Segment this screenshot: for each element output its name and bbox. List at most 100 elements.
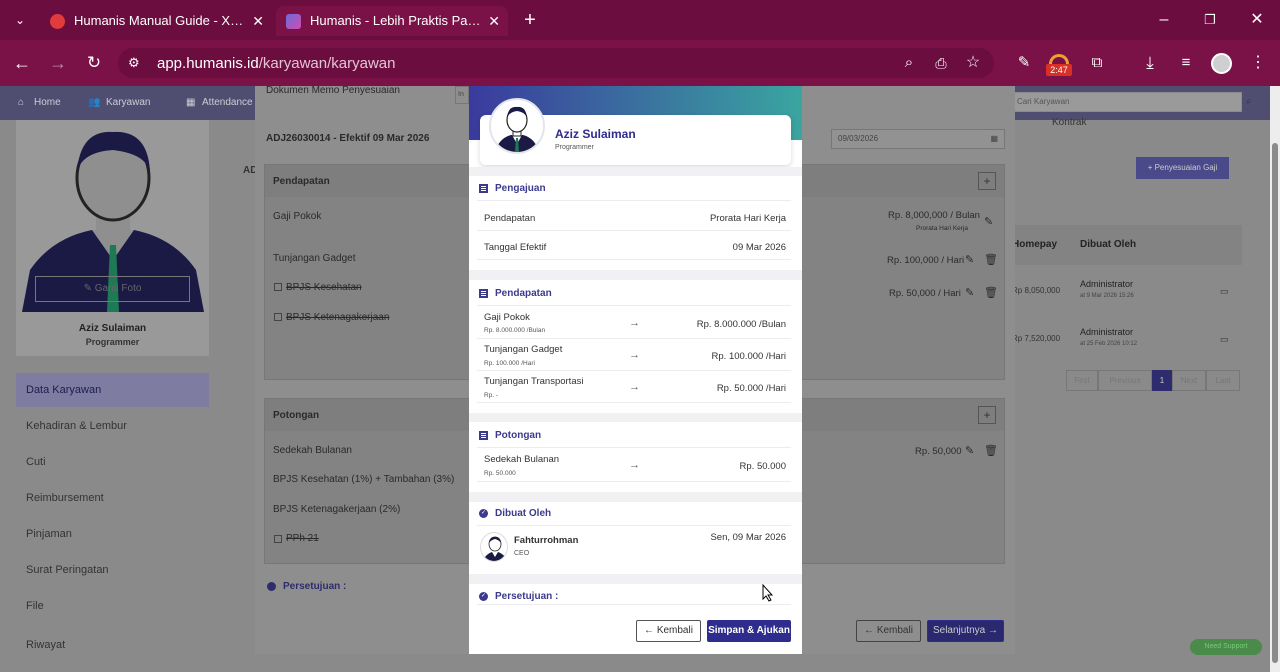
trash-icon[interactable]: 🗑 — [984, 286, 998, 299]
menu-pinjaman[interactable]: Pinjaman — [16, 517, 209, 551]
folder-icon[interactable]: ▭ — [1220, 334, 1229, 345]
zoom-icon[interactable]: ⌕ — [897, 51, 921, 75]
approval-label: Persetujuan : — [283, 581, 347, 592]
minimize-icon[interactable]: – — [1152, 8, 1176, 32]
menu-cuti[interactable]: Cuti — [16, 445, 209, 479]
site-info-icon[interactable]: ⚙ — [128, 55, 140, 71]
check-circle-icon: ✓ — [479, 509, 488, 518]
window-close-icon[interactable]: ✕ — [1245, 8, 1269, 32]
save-submit-button[interactable]: Simpan & Ajukan — [707, 620, 791, 642]
arrow-left-icon: ← — [864, 625, 877, 636]
install-icon[interactable]: ⎙ — [929, 51, 953, 75]
memo-label: Dokumen Memo Penyesuaian — [266, 85, 400, 96]
trash-icon[interactable]: 🗑 — [984, 253, 998, 266]
search-icon[interactable]: ⌕ — [1246, 96, 1252, 107]
tab-search-icon[interactable]: ⌄ — [8, 8, 32, 32]
page-first[interactable]: First — [1066, 370, 1098, 391]
employee-search-input[interactable]: Cari Karyawan — [1012, 92, 1242, 112]
income-row-label: BPJS Kesehatan — [286, 282, 362, 293]
camera-icon: ✎ — [83, 283, 95, 294]
income-title: Pendapatan — [273, 176, 330, 187]
row-created-at: at 25 Feb 2026 10:12 — [1080, 341, 1138, 347]
menu-reimbursement[interactable]: Reimbursement — [16, 481, 209, 515]
forward-icon[interactable]: → — [46, 51, 70, 75]
col-created-by: Dibuat Oleh — [1080, 239, 1137, 250]
salary-adjust-button[interactable]: + Penyesuaian Gaji — [1136, 157, 1229, 179]
add-deduction-button[interactable]: + — [978, 406, 996, 424]
close-tab-icon[interactable]: ✕ — [488, 6, 500, 36]
folder-icon[interactable]: ▭ — [1220, 286, 1229, 297]
menu-data-karyawan[interactable]: Data Karyawan — [16, 373, 209, 407]
creator-name: Fahturrohman — [514, 535, 579, 546]
form-back-button[interactable]: ← Kembali — [856, 620, 921, 642]
profile-icon[interactable] — [1211, 53, 1232, 74]
new-tab-icon[interactable]: + — [518, 8, 542, 32]
page-last[interactable]: Last — [1206, 370, 1240, 391]
edit-icon[interactable]: ✎ — [965, 444, 974, 457]
pagination: First Previous 1 Next Last — [1066, 370, 1240, 391]
modal-employee-name: Aziz Sulaiman — [555, 127, 636, 141]
change-photo-label: Ganti Foto — [94, 283, 142, 294]
income-item-old-value: Rp. - — [484, 392, 499, 399]
back-icon[interactable]: ← — [10, 51, 34, 75]
nav-karyawan[interactable]: Karyawan — [106, 97, 150, 108]
pph21-checkbox[interactable] — [274, 535, 282, 543]
effective-date-input[interactable]: 09/03/2026 ▦ — [831, 129, 1005, 149]
arrow-right-icon: → — [629, 317, 640, 329]
page-1[interactable]: 1 — [1152, 370, 1172, 391]
menu-file[interactable]: File — [16, 589, 209, 623]
check-circle-icon — [267, 582, 276, 591]
close-tab-icon[interactable]: ✕ — [252, 6, 264, 36]
nav-attendance-icon[interactable]: ▦ — [186, 97, 195, 108]
url-text[interactable]: app.humanis.id/karyawan/karyawan — [157, 55, 395, 72]
modal-back-button[interactable]: ← Kembali — [636, 620, 701, 642]
bpjs-ketenagakerjaan-checkbox[interactable] — [274, 313, 282, 321]
deduction-item-new-value: Rp. 50.000 — [739, 461, 786, 472]
nav-attendance[interactable]: Attendance — [202, 97, 253, 108]
nav-home[interactable]: Home — [34, 97, 61, 108]
media-icon[interactable]: ≡ — [1174, 51, 1198, 75]
memo-input-text: In — [458, 91, 464, 98]
menu-icon[interactable]: ⋮ — [1246, 51, 1270, 75]
edit-icon[interactable]: ✎ — [965, 286, 974, 299]
menu-surat-peringatan[interactable]: Surat Peringatan — [16, 553, 209, 587]
trash-icon[interactable]: 🗑 — [984, 444, 998, 457]
change-photo-button[interactable]: ✎ Ganti Foto — [35, 276, 190, 302]
arrow-right-icon: → — [629, 349, 640, 361]
url-path: /karyawan/karyawan — [258, 55, 396, 72]
timer-extension-icon[interactable]: 2:47 — [1046, 52, 1072, 76]
tab-humanis-app[interactable]: Humanis - Lebih Praktis Pakai Hu ✕ — [276, 6, 508, 36]
bpjs-kesehatan-checkbox[interactable] — [274, 283, 282, 291]
add-income-button[interactable]: + — [978, 172, 996, 190]
memo-input[interactable]: In — [455, 86, 469, 104]
calendar-icon[interactable]: ▦ — [990, 130, 998, 148]
check-circle-icon: ✓ — [479, 592, 488, 601]
bookmark-star-icon[interactable]: ☆ — [961, 51, 985, 75]
arrow-left-icon: ← — [644, 625, 657, 636]
page-scrollbar-thumb[interactable] — [1272, 143, 1278, 663]
edit-icon[interactable]: ✎ — [984, 215, 993, 228]
deduction-item-label: Sedekah Bulanan — [484, 454, 560, 465]
nav-karyawan-icon[interactable]: 👥 — [88, 97, 100, 108]
row-created-at: at 9 Mar 2026 15:26 — [1080, 293, 1134, 299]
edit-icon[interactable]: ✎ — [965, 253, 974, 266]
tab-humanis-manual[interactable]: Humanis Manual Guide - Xminc ✕ — [40, 6, 272, 36]
form-next-button[interactable]: Selanjutnya → — [927, 620, 1004, 642]
income-item-new-value: Rp. 50.000 /Hari — [716, 383, 786, 394]
plus-icon: + — [1147, 163, 1155, 172]
tab-kontrak[interactable]: Kontrak — [1052, 117, 1086, 128]
income-row-label: Gaji Pokok — [273, 211, 322, 222]
page-next[interactable]: Next — [1172, 370, 1206, 391]
nav-home-icon[interactable]: ⌂ — [18, 97, 24, 108]
need-support-button[interactable]: Need Support — [1190, 639, 1262, 655]
extension-icon[interactable]: ✎ — [1012, 51, 1036, 75]
page-previous[interactable]: Previous — [1098, 370, 1152, 391]
menu-riwayat[interactable]: Riwayat — [16, 628, 209, 662]
deduction-row-value: Rp. 50,000 — [915, 446, 962, 457]
download-icon[interactable]: ⤓ — [1138, 51, 1162, 75]
restore-icon[interactable]: ❐ — [1198, 8, 1222, 32]
puzzle-icon[interactable]: ⧉ — [1085, 51, 1109, 75]
list-icon — [479, 289, 488, 298]
reload-icon[interactable]: ↻ — [82, 51, 106, 75]
menu-kehadiran-lembur[interactable]: Kehadiran & Lembur — [16, 409, 209, 443]
